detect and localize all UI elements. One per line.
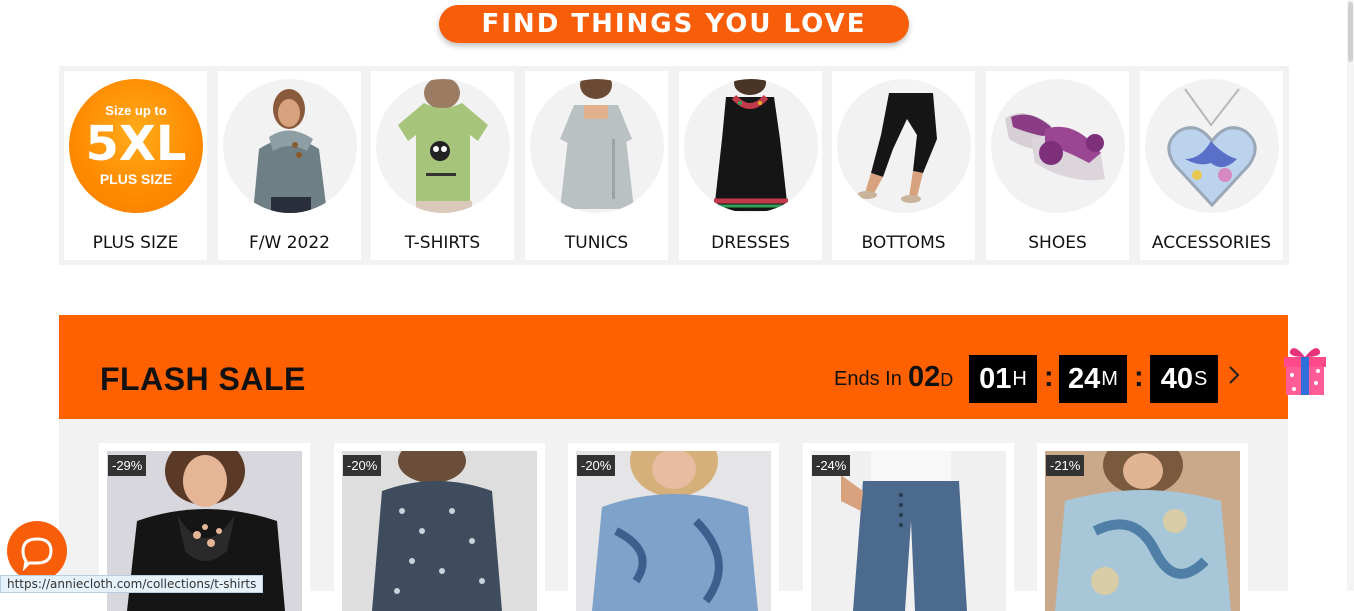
chat-icon <box>21 537 53 572</box>
discount-badge: -20% <box>577 455 616 476</box>
flash-sale-header: FLASH SALE Ends In 02D 01 H : 24 M : 40 S <box>59 315 1288 419</box>
countdown-seconds: 40 S <box>1150 355 1218 403</box>
chat-button[interactable] <box>7 521 67 581</box>
category-image <box>223 79 357 213</box>
product-card[interactable]: -21% <box>1037 443 1248 611</box>
discount-badge: -29% <box>108 455 147 476</box>
discount-badge: -20% <box>343 455 382 476</box>
flash-sale-title: FLASH SALE <box>100 361 306 397</box>
category-label: SHOES <box>1028 233 1087 253</box>
product-card[interactable]: -20% <box>334 443 545 611</box>
discount-badge: -21% <box>1046 455 1085 476</box>
countdown-separator: : <box>1044 361 1054 393</box>
plus-size-badge: Size up to 5XL PLUS SIZE <box>69 79 203 213</box>
badge-plus-size: PLUS SIZE <box>99 171 173 187</box>
gift-icon[interactable] <box>1282 343 1328 397</box>
status-bar-url: https://anniecloth.com/collections/t-shi… <box>0 575 264 593</box>
product-card[interactable]: -20% <box>568 443 779 611</box>
category-label: PLUS SIZE <box>92 233 179 253</box>
category-label: DRESSES <box>711 233 790 253</box>
category-bottoms[interactable]: BOTTOMS <box>832 71 975 260</box>
product-grid: -29% -20% -20% -24% -21% <box>59 419 1288 611</box>
category-image <box>530 79 664 213</box>
countdown-days: 02D <box>908 361 954 393</box>
category-label: T-SHIRTS <box>404 233 481 253</box>
banner-text: FIND THINGS YOU LOVE <box>481 9 867 39</box>
badge-5xl: 5XL <box>85 116 187 172</box>
find-things-banner: FIND THINGS YOU LOVE <box>439 5 909 43</box>
category-image <box>1145 79 1279 213</box>
scrollbar-thumb[interactable] <box>1348 2 1353 62</box>
category-strip: Size up to 5XL PLUS SIZE PLUS SIZE F/W 2… <box>59 66 1289 265</box>
category-accessories[interactable]: ACCESSORIES <box>1140 71 1283 260</box>
countdown-separator: : <box>1134 361 1144 393</box>
category-shoes[interactable]: SHOES <box>986 71 1129 260</box>
ends-in-label: Ends In <box>834 368 902 390</box>
category-tunics[interactable]: TUNICS <box>525 71 668 260</box>
category-image <box>991 79 1125 213</box>
category-image <box>837 79 971 213</box>
category-label: ACCESSORIES <box>1151 233 1272 253</box>
discount-badge: -24% <box>812 455 851 476</box>
countdown-minutes: 24 M <box>1059 355 1127 403</box>
product-card[interactable]: -24% <box>803 443 1014 611</box>
category-t-shirts[interactable]: T-SHIRTS <box>371 71 514 260</box>
category-label: TUNICS <box>564 233 629 253</box>
category-fw-2022[interactable]: F/W 2022 <box>218 71 361 260</box>
category-image <box>684 79 818 213</box>
countdown-hours: 01 H <box>969 355 1037 403</box>
category-label: BOTTOMS <box>861 233 946 253</box>
category-image <box>376 79 510 213</box>
chevron-right-icon[interactable] <box>1227 364 1241 386</box>
category-dresses[interactable]: DRESSES <box>679 71 822 260</box>
scrollbar[interactable] <box>1347 0 1354 591</box>
category-label: F/W 2022 <box>249 233 330 253</box>
category-plus-size[interactable]: Size up to 5XL PLUS SIZE PLUS SIZE <box>64 71 207 260</box>
